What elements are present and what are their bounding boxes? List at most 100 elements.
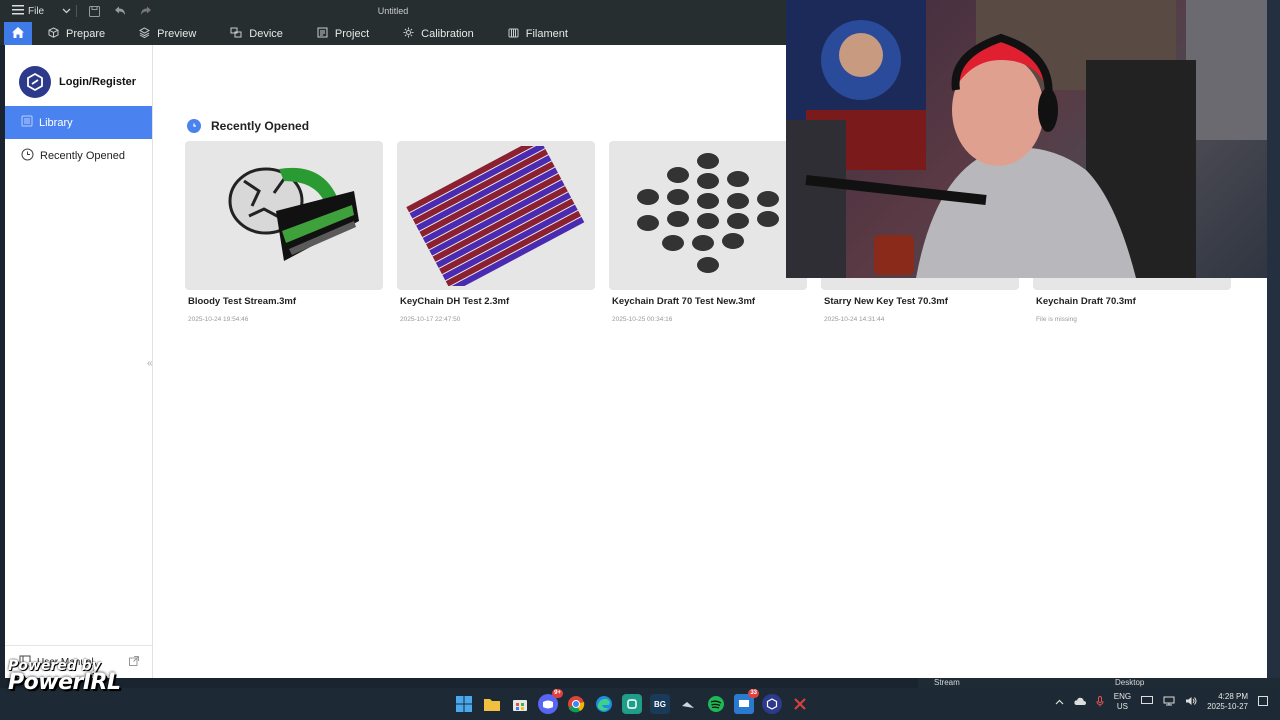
watermark-brand: PowerIRL — [8, 670, 121, 695]
save-icon[interactable] — [87, 4, 101, 18]
sidebar-item-library[interactable]: Library — [5, 106, 152, 139]
undo-icon[interactable] — [113, 4, 127, 18]
chrome-icon[interactable] — [566, 694, 586, 714]
notification-icon[interactable] — [1258, 696, 1268, 708]
messenger-icon[interactable]: 33 — [734, 689, 759, 714]
recent-file-card[interactable]: Bloody Test Stream.3mf 2025-10-24 19:54:… — [185, 141, 383, 323]
file-name: Starry New Key Test 70.3mf — [824, 296, 948, 307]
cloud-icon[interactable] — [1074, 697, 1086, 707]
stream-watermark: Powered by PowerIRL — [8, 658, 148, 695]
webcam-overlay — [786, 0, 1280, 278]
clock-date: 2025-10-27 — [1207, 702, 1248, 711]
display-icon[interactable] — [1141, 696, 1154, 708]
login-register-label: Login/Register — [59, 76, 137, 88]
notification-badge: 33 — [748, 689, 759, 698]
sidebar-item-label: Library — [39, 116, 73, 129]
windows-start-icon[interactable] — [454, 694, 474, 714]
file-thumbnail — [609, 141, 807, 290]
discord-icon[interactable]: 9+ — [538, 689, 563, 714]
login-register-button[interactable]: Login/Register — [5, 45, 152, 105]
file-date: File is missing — [1036, 316, 1077, 323]
recent-file-card[interactable]: Keychain Draft 70 Test New.3mf 2025-10-2… — [609, 141, 807, 323]
app-icon[interactable] — [622, 694, 642, 714]
edge-icon[interactable] — [594, 694, 614, 714]
collapse-sidebar-icon[interactable]: « — [147, 358, 153, 369]
tab-prepare[interactable]: Prepare — [32, 22, 123, 45]
home-icon — [11, 26, 25, 42]
obs-icon[interactable] — [790, 694, 810, 714]
file-name: Keychain Draft 70.3mf — [1036, 296, 1136, 307]
chevron-up-icon[interactable] — [1055, 698, 1064, 707]
main-tabbar: Prepare Preview Device Project Calibrati… — [0, 22, 786, 45]
window-titlebar: File Untitled — [0, 0, 786, 22]
tab-label: Filament — [525, 27, 568, 40]
sidebar-item-recently-opened[interactable]: Recently Opened — [5, 139, 152, 172]
desktop-edge — [1267, 0, 1280, 688]
volume-icon[interactable] — [1185, 696, 1197, 708]
obs-scene-labels: Stream Desktop — [918, 678, 1280, 688]
file-thumbnail — [185, 141, 383, 290]
filament-icon — [508, 27, 519, 41]
project-icon — [317, 27, 328, 41]
file-name: KeyChain DH Test 2.3mf — [400, 296, 510, 307]
tab-device[interactable]: Device — [214, 22, 301, 45]
lang-bottom: US — [1116, 702, 1128, 711]
tab-calibration[interactable]: Calibration — [387, 22, 492, 45]
scene-label: Desktop — [1115, 678, 1145, 687]
chevron-down-icon — [62, 6, 71, 17]
language-indicator[interactable]: ENG US — [1114, 692, 1131, 712]
windows-taskbar: 9+ BG 33 ENG US 4:28 PM 2025-10-27 — [0, 688, 1280, 720]
hamburger-icon — [12, 4, 24, 18]
notification-badge: 9+ — [552, 689, 563, 698]
microphone-icon[interactable] — [1096, 695, 1104, 709]
library-icon — [21, 115, 33, 130]
keychain-tags-image — [637, 153, 779, 273]
keychain-plate-image — [406, 145, 585, 286]
tab-filament[interactable]: Filament — [492, 22, 586, 45]
home-button[interactable] — [4, 22, 32, 45]
store-icon[interactable] — [510, 694, 530, 714]
file-explorer-icon[interactable] — [482, 694, 502, 714]
file-date: 2025-10-24 19:54:46 — [188, 316, 249, 323]
clock-time: 4:28 PM — [1218, 692, 1248, 701]
section-title: Recently Opened — [211, 119, 310, 133]
clock-icon — [21, 148, 34, 164]
recently-opened-header: Recently Opened — [187, 119, 309, 133]
spotify-icon[interactable] — [706, 694, 726, 714]
scene-label: Stream — [934, 678, 960, 687]
taskbar-clock[interactable]: 4:28 PM 2025-10-27 — [1207, 692, 1248, 712]
webcam-feed-image — [786, 0, 1280, 278]
recent-file-card[interactable]: KeyChain DH Test 2.3mf 2025-10-17 22:47:… — [397, 141, 595, 323]
app-logo-icon — [19, 66, 51, 98]
bg-app-icon[interactable]: BG — [650, 694, 670, 714]
file-thumbnail — [397, 141, 595, 290]
file-date: 2025-10-24 14:31:44 — [824, 316, 885, 323]
steam-icon[interactable] — [678, 694, 698, 714]
file-name: Keychain Draft 70 Test New.3mf — [612, 296, 756, 307]
tab-label: Preview — [157, 27, 197, 40]
redo-icon[interactable] — [139, 4, 153, 18]
recent-clock-icon — [187, 119, 201, 133]
tab-project[interactable]: Project — [301, 22, 387, 45]
sidebar: Login/Register Library Recently Opened «… — [5, 45, 153, 678]
device-icon — [230, 27, 242, 41]
taskbar-apps: 9+ BG 33 — [454, 689, 810, 714]
file-menu-label: File — [28, 5, 45, 17]
tab-label: Device — [249, 27, 283, 40]
layers-icon — [139, 26, 151, 41]
tab-label: Prepare — [66, 27, 106, 40]
lang-top: ENG — [1113, 692, 1132, 701]
system-tray: ENG US 4:28 PM 2025-10-27 — [1055, 692, 1268, 712]
file-date: 2025-10-17 22:47:50 — [400, 316, 461, 323]
tab-label: Calibration — [421, 27, 474, 40]
titlebar-divider — [76, 5, 77, 17]
slicer-app-icon[interactable] — [762, 694, 782, 714]
cube-icon — [48, 26, 59, 41]
network-icon[interactable] — [1163, 696, 1175, 708]
file-name: Bloody Test Stream.3mf — [188, 296, 297, 307]
calibration-icon — [403, 27, 414, 41]
tab-preview[interactable]: Preview — [123, 22, 214, 45]
file-date: 2025-10-25 00:34:16 — [612, 316, 673, 323]
file-menu-button[interactable]: File — [0, 4, 72, 18]
sidebar-item-label: Recently Opened — [40, 149, 125, 162]
